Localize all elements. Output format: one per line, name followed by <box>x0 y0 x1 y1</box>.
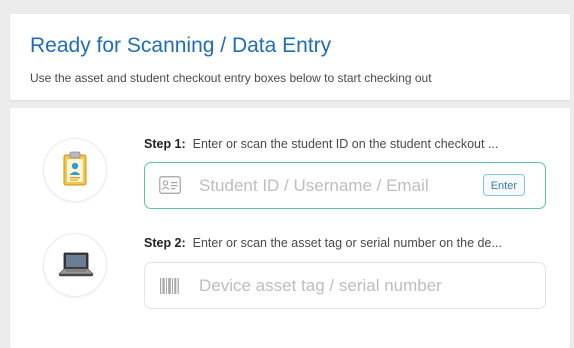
student-id-input[interactable] <box>199 171 469 201</box>
step-1-icon-badge <box>43 138 107 202</box>
barcode-icon <box>160 278 179 294</box>
step-1-text: Enter or scan the student ID on the stud… <box>192 137 499 151</box>
step-1-instruction: Step 1: Enter or scan the student ID on … <box>144 137 554 151</box>
student-id-field[interactable]: Enter <box>144 162 546 209</box>
header-card: Ready for Scanning / Data Entry Use the … <box>10 14 570 100</box>
id-card-icon <box>159 176 181 194</box>
step-2-instruction: Step 2: Enter or scan the asset tag or s… <box>144 236 554 250</box>
step-2-text: Enter or scan the asset tag or serial nu… <box>192 236 502 250</box>
step-2-icon-badge <box>43 233 107 297</box>
step-1-prefix: Step 1: <box>144 137 186 151</box>
device-asset-input[interactable] <box>199 271 529 301</box>
step-2-prefix: Step 2: <box>144 236 186 250</box>
checkout-entry-card: Step 1: Enter or scan the student ID on … <box>10 108 570 348</box>
device-asset-field[interactable] <box>144 262 546 309</box>
enter-button[interactable]: Enter <box>482 174 525 196</box>
page-title: Ready for Scanning / Data Entry <box>30 34 332 57</box>
page-subtitle: Use the asset and student checkout entry… <box>30 71 432 85</box>
clipboard-user-icon <box>63 151 87 186</box>
laptop-icon <box>58 252 94 277</box>
